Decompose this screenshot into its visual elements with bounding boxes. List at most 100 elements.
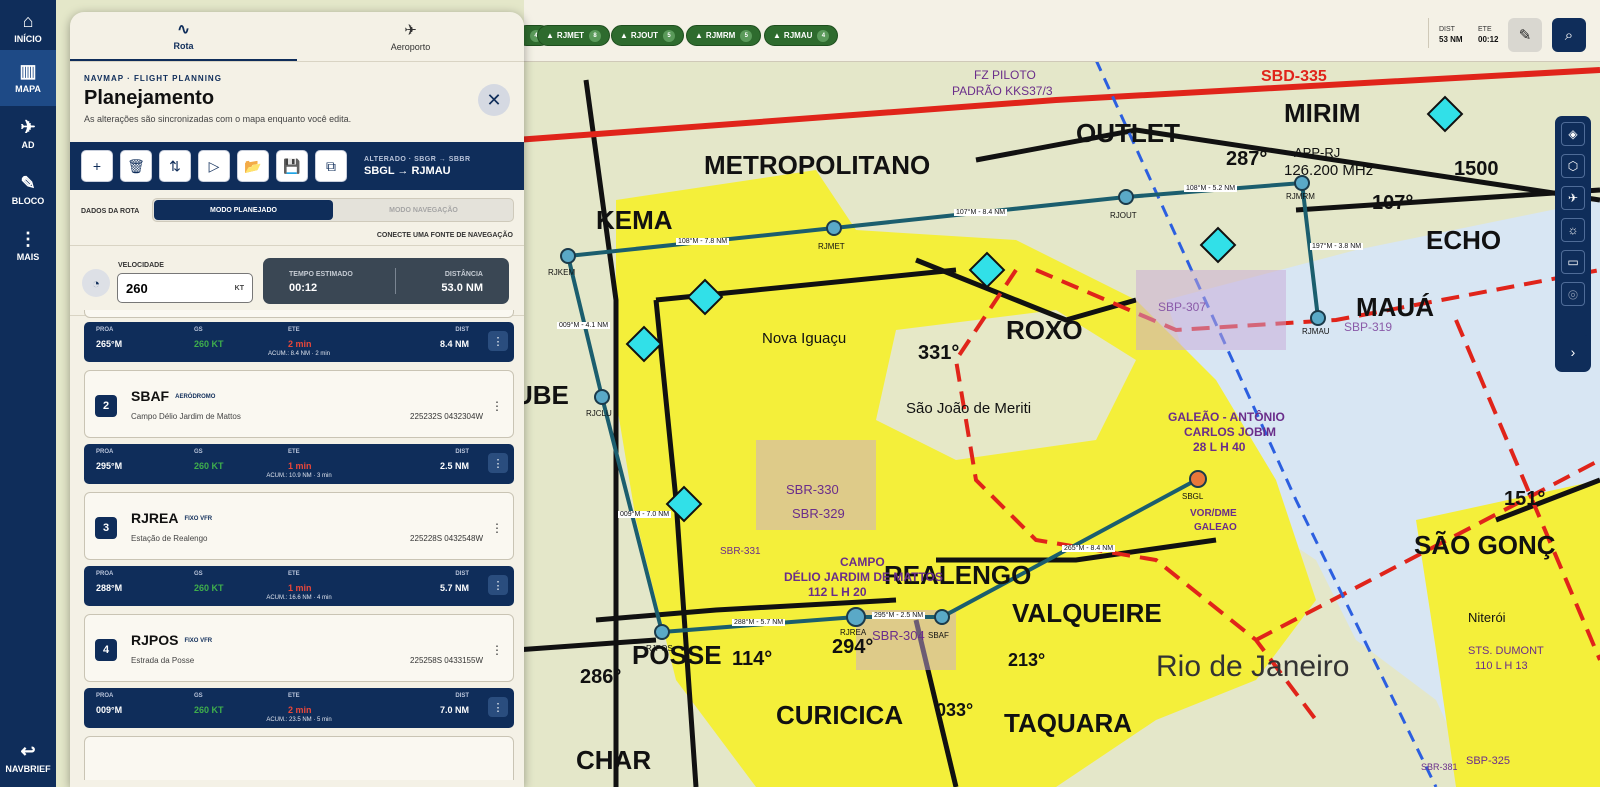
waypoint-coordinates: 225258S 0433155W xyxy=(410,656,483,665)
fix-label[interactable]: RJCLU xyxy=(586,409,612,418)
fix-label[interactable]: RJREA xyxy=(840,628,866,637)
tab-rota[interactable]: ∿ Rota xyxy=(70,12,297,61)
time-value: 00:12 xyxy=(289,282,318,294)
leg-proa-label: PROA xyxy=(96,449,114,455)
waypoint-menu-button[interactable]: ⋮ xyxy=(491,399,503,413)
route-chip[interactable]: ▲ RJMET 8 xyxy=(537,25,611,46)
leg-gs: 260 KT xyxy=(194,339,224,349)
location-button[interactable]: ◎ xyxy=(1561,282,1585,306)
map-label: 114° xyxy=(732,648,773,670)
nav-item-inicio[interactable]: ⌂ INÍCIO xyxy=(0,0,56,56)
time-label: TEMPO ESTIMADO xyxy=(289,271,353,278)
search-button[interactable]: ⌕ xyxy=(1552,18,1586,52)
plus-icon: + xyxy=(92,158,102,174)
copy-route-button[interactable]: ⧉ xyxy=(315,150,347,182)
trash-icon: 🗑 xyxy=(127,157,145,174)
save-route-button[interactable]: 💾 xyxy=(276,150,308,182)
fix-label[interactable]: RJPOS xyxy=(646,644,673,653)
route-list[interactable]: PROA 265°M GS 260 KT ETE 2 min DIST 8.4 NM A… xyxy=(84,310,514,780)
leg-ete-label: ETE xyxy=(288,571,300,577)
waypoint-card[interactable]: 4 RJPOS FIXO VFR Estrada da Posse 225258S… xyxy=(84,614,514,682)
open-route-button[interactable]: 📂 xyxy=(237,150,269,182)
add-waypoint-button[interactable]: + xyxy=(81,150,113,182)
fix-label[interactable]: RJMET xyxy=(818,242,845,251)
speedometer-icon: ◔ xyxy=(82,269,110,297)
mode-navigation-button[interactable]: MODO NAVEGAÇÃO xyxy=(334,199,513,221)
leg-label: 295°M - 2.5 NM xyxy=(872,612,926,619)
map-label: 28 L H 40 xyxy=(1193,440,1246,454)
ruler-button[interactable]: ▭ xyxy=(1561,250,1585,274)
copy-icon: ⧉ xyxy=(326,157,336,174)
tab-label: Rota xyxy=(173,41,194,51)
distance-value: 53.0 NM xyxy=(441,282,483,294)
chip-count: 8 xyxy=(589,29,602,42)
more-vertical-icon: ⋮ xyxy=(491,643,503,657)
waypoint-description: Estação de Realengo xyxy=(131,534,208,543)
route-chip[interactable]: ▲ RJMAU 4 xyxy=(764,25,839,46)
expand-tools-button[interactable]: › xyxy=(1555,335,1591,369)
route-chip[interactable]: ▲ RJOUT 5 xyxy=(611,25,685,46)
nav-item-bloco[interactable]: ✎ BLOCO xyxy=(0,162,56,218)
route-chip[interactable]: ▲ RJMRM 5 xyxy=(686,25,762,46)
nav-item-label: MAPA xyxy=(15,84,41,94)
nav-item-mapa[interactable]: ▥ MAPA xyxy=(0,50,56,106)
fix-label[interactable]: RJMAU xyxy=(1302,327,1330,336)
map-label: CURICICA xyxy=(776,700,904,730)
more-vertical-icon: ⋮ xyxy=(19,229,37,249)
reverse-route-button[interactable]: ⇅ xyxy=(159,150,191,182)
nav-item-mais[interactable]: ⋮ MAIS xyxy=(0,218,56,274)
chevron-right-icon: › xyxy=(1570,344,1576,360)
leg-label: 288°M - 5.7 NM xyxy=(732,619,786,626)
mode-planned-button[interactable]: MODO PLANEJADO xyxy=(154,200,333,220)
leg-menu-button[interactable]: ⋮ xyxy=(488,697,508,717)
map-label: CARLOS JOBIM xyxy=(1184,425,1277,439)
search-icon: ⌕ xyxy=(1564,26,1574,44)
fix-label[interactable]: SBGL xyxy=(1182,492,1203,501)
map-label: SÃO GONÇ xyxy=(1414,530,1556,560)
map-label: 112 L H 20 xyxy=(808,585,867,599)
leg-menu-button[interactable]: ⋮ xyxy=(488,453,508,473)
tab-aeroporto[interactable]: ✈ Aeroporto xyxy=(297,12,524,61)
speed-input[interactable]: 260 KT xyxy=(117,273,253,303)
waypoint-menu-button[interactable]: ⋮ xyxy=(491,643,503,657)
nav-back-navbrief[interactable]: ↩ NAVBRIEF xyxy=(0,730,56,786)
connect-source-link[interactable]: CONECTE UMA FONTE DE NAVEGAÇÃO xyxy=(377,232,513,239)
nav-item-label: NAVBRIEF xyxy=(5,764,51,774)
map-label: São João de Meriti xyxy=(906,400,1032,417)
waypoint-menu-button[interactable]: ⋮ xyxy=(491,521,503,535)
leg-gs: 260 KT xyxy=(194,705,224,715)
close-button[interactable]: ✕ xyxy=(478,84,510,116)
waypoint-card[interactable] xyxy=(84,310,514,318)
map-label: 287° xyxy=(1226,148,1268,170)
fix-label[interactable]: SBAF xyxy=(928,631,949,640)
nav-item-ad[interactable]: ✈ AD xyxy=(0,106,56,162)
airspace-button[interactable]: ⬡ xyxy=(1561,154,1585,178)
map-label: PADRÃO KKS37/3 xyxy=(952,84,1053,98)
waypoint-card[interactable]: 2 SBAF AERÓDROMO Campo Délio Jardim de Ma… xyxy=(84,370,514,438)
waypoint-card[interactable]: 3 RJREA FIXO VFR Estação de Realengo 2252… xyxy=(84,492,514,560)
leg-menu-button[interactable]: ⋮ xyxy=(488,575,508,595)
edit-button[interactable]: ✎ xyxy=(1508,18,1542,52)
main-navigation-sidebar: ⌂ INÍCIO ▥ MAPA ✈ AD ✎ BLOCO ⋮ MAIS ↩ NAVBRIEF xyxy=(0,0,56,787)
map-label: APP-RJ xyxy=(1294,145,1341,160)
airport-button[interactable]: ✈ xyxy=(1561,186,1585,210)
play-route-button[interactable]: ▷ xyxy=(198,150,230,182)
delete-route-button[interactable]: 🗑 xyxy=(120,150,152,182)
waypoint-card[interactable] xyxy=(84,736,514,780)
waypoint-coordinates: 225232S 0432304W xyxy=(410,412,483,421)
map-label: SBR-304 xyxy=(872,628,925,643)
leg-ete-label: ETE xyxy=(288,449,300,455)
leg-ete-label: ETE xyxy=(288,693,300,699)
leg-menu-button[interactable]: ⋮ xyxy=(488,331,508,351)
fix-label[interactable]: RJMRM xyxy=(1286,192,1315,201)
leg-card: PROA 265°M GS 260 KT ETE 2 min DIST 8.4 NM A… xyxy=(84,322,514,362)
layers-button[interactable]: ◈ xyxy=(1561,122,1585,146)
chip-count: 5 xyxy=(663,29,676,42)
leg-ete: 1 min xyxy=(288,583,312,593)
map-label: MAUÁ xyxy=(1356,292,1434,322)
fix-label[interactable]: RJOUT xyxy=(1110,211,1137,220)
chip-count: 4 xyxy=(817,29,830,42)
waypoint-description: Estrada da Posse xyxy=(131,656,195,665)
fix-label[interactable]: RJKEM xyxy=(548,268,575,277)
weather-button[interactable]: ☼ xyxy=(1561,218,1585,242)
